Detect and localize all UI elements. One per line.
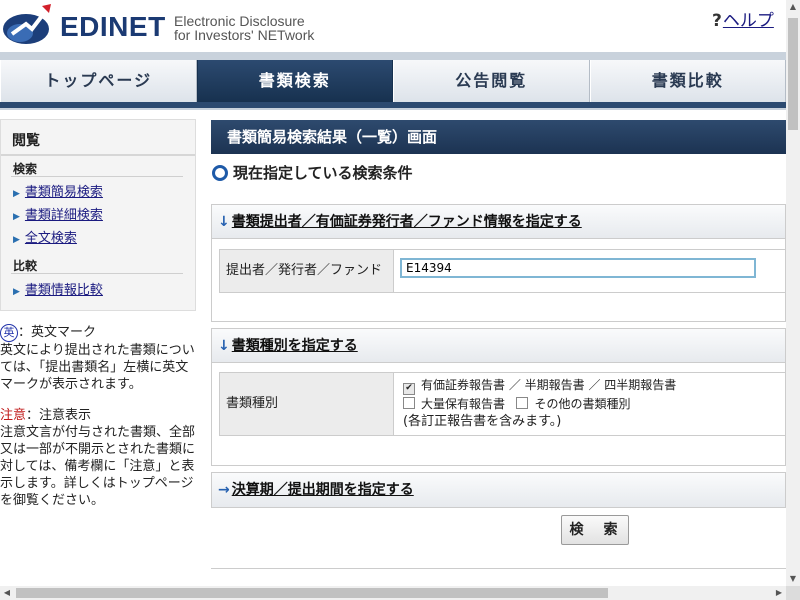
option-securities-report[interactable]: ✔ 有価証券報告書 ／ 半期報告書 ／ 四半期報告書	[403, 376, 778, 395]
horizontal-scroll-thumb[interactable]	[16, 588, 608, 598]
sidebar-link-label[interactable]: 書類詳細検索	[25, 208, 103, 223]
bullet-ring-icon	[212, 165, 228, 181]
main-nav: トップページ 書類検索 公告閲覧 書類比較	[0, 60, 786, 102]
sidebar-section-compare: 比較	[13, 259, 38, 273]
help-icon: ?	[712, 11, 722, 31]
option-label: 大量保有報告書	[421, 397, 506, 411]
english-mark-desc: 英文により提出された書類については、「提出書類名」左横に英文マークが表示されます…	[0, 343, 195, 392]
period-panel-toggle[interactable]: 決算期／提出期間を指定する	[232, 482, 414, 498]
caution-note: 注意：注意表示 注意文言が付与された書類、全部又は一部が不開示とされた書類に対し…	[0, 407, 198, 509]
sidebar-item-detailed-search[interactable]: ▶ 書類詳細検索	[13, 204, 103, 223]
arrow-down-icon: ↓	[218, 214, 230, 230]
sidebar-item-document-compare[interactable]: ▶ 書類情報比較	[13, 279, 103, 298]
vertical-scrollbar[interactable]: ▲ ▼	[786, 0, 800, 586]
filer-code-input[interactable]	[400, 258, 756, 278]
sidebar-divider	[11, 273, 183, 274]
arrow-down-icon: ↓	[218, 338, 230, 354]
sidebar-item-fulltext-search[interactable]: ▶ 全文検索	[13, 227, 77, 246]
caution-desc: 注意文言が付与された書類、全部又は一部が不開示とされた書類に対しては、備考欄に「…	[0, 425, 196, 508]
help-link-label[interactable]: ヘルプ	[723, 11, 774, 31]
option-label: その他の書類種別	[534, 397, 631, 411]
filer-panel-header: ↓ 書類提出者／有価証券発行者／ファンド情報を指定する	[212, 205, 785, 239]
page-title: 書類簡易検索結果（一覧）画面	[211, 120, 786, 154]
checkbox-checked-icon[interactable]: ✔	[403, 383, 415, 395]
doc-type-panel-header: ↓ 書類種別を指定する	[212, 329, 785, 363]
caution-label: 注意	[0, 408, 27, 423]
scroll-down-icon[interactable]: ▼	[786, 572, 800, 586]
tab-document-compare[interactable]: 書類比較	[589, 60, 786, 102]
doc-type-row: 書類種別 ✔ 有価証券報告書 ／ 半期報告書 ／ 四半期報告書 大量保有報告書 そ…	[219, 372, 787, 436]
english-mark-note: 英：英文マーク 英文により提出された書類については、「提出書類名」左横に英文マー…	[0, 324, 198, 393]
scroll-right-icon[interactable]: ▶	[772, 586, 786, 600]
arrow-right-icon: →	[218, 482, 230, 498]
scroll-up-icon[interactable]: ▲	[786, 0, 800, 14]
scrollbar-corner	[786, 586, 800, 600]
logo-text: EDINET	[60, 11, 166, 42]
triangle-right-icon: ▶	[13, 212, 20, 222]
filer-panel-toggle[interactable]: 書類提出者／有価証券発行者／ファンド情報を指定する	[232, 214, 582, 230]
option-label: 有価証券報告書 ／ 半期報告書 ／ 四半期報告書	[421, 378, 677, 392]
filer-label: 提出者／発行者／ファンド	[220, 250, 394, 292]
search-button[interactable]: 検 索	[561, 515, 629, 545]
tab-document-search[interactable]: 書類検索	[196, 60, 393, 102]
sidebar-section-search: 検索	[13, 162, 38, 176]
divider	[211, 568, 786, 569]
sidebar-title: 閲覧	[12, 133, 40, 149]
caution-title: ：注意表示	[26, 408, 92, 423]
option-large-holding[interactable]: 大量保有報告書 その他の書類種別	[403, 395, 778, 413]
filer-row: 提出者／発行者／ファンド	[219, 249, 787, 293]
condition-heading-label: 現在指定している検索条件	[233, 164, 413, 182]
edinet-logo-icon	[3, 4, 51, 44]
nav-underline	[0, 102, 786, 108]
condition-heading: 現在指定している検索条件	[212, 162, 413, 183]
option-note: (各訂正報告書を含みます。)	[403, 414, 562, 429]
english-mark-icon: 英	[0, 324, 18, 342]
doc-type-options: ✔ 有価証券報告書 ／ 半期報告書 ／ 四半期報告書 大量保有報告書 その他の書類…	[394, 373, 787, 435]
horizontal-scrollbar[interactable]: ◀ ▶	[0, 586, 786, 600]
sidebar-link-label[interactable]: 書類情報比較	[25, 283, 103, 298]
header: EDINET Electronic Disclosure for Investo…	[0, 0, 786, 52]
sidebar: 閲覧 検索 ▶ 書類簡易検索 ▶ 書類詳細検索 ▶ 全文検索 比較 ▶ 書類情報比較	[0, 119, 196, 311]
triangle-right-icon: ▶	[13, 287, 20, 297]
logo-tagline-line1: Electronic Disclosure	[174, 13, 305, 29]
sidebar-link-label[interactable]: 全文検索	[25, 231, 77, 246]
period-panel-header: → 決算期／提出期間を指定する	[212, 473, 785, 507]
sidebar-divider	[1, 154, 195, 156]
logo-tagline: Electronic Disclosure for Investors' NET…	[174, 14, 314, 42]
sidebar-divider	[11, 176, 183, 177]
doc-type-panel: ↓ 書類種別を指定する 書類種別 ✔ 有価証券報告書 ／ 半期報告書 ／ 四半期報告…	[211, 328, 787, 466]
scroll-left-icon[interactable]: ◀	[0, 586, 14, 600]
triangle-right-icon: ▶	[13, 189, 20, 199]
tab-top-page[interactable]: トップページ	[0, 60, 197, 102]
filer-panel: ↓ 書類提出者／有価証券発行者／ファンド情報を指定する 提出者／発行者／ファンド	[211, 204, 787, 322]
period-panel: → 決算期／提出期間を指定する	[211, 472, 786, 508]
doc-type-panel-toggle[interactable]: 書類種別を指定する	[232, 338, 358, 354]
checkbox-icon[interactable]	[403, 397, 415, 409]
english-mark-title: ：英文マーク	[18, 325, 97, 340]
help-link[interactable]: ?ヘルプ	[712, 6, 774, 31]
sidebar-item-simple-search[interactable]: ▶ 書類簡易検索	[13, 181, 103, 200]
doc-type-label: 書類種別	[220, 373, 394, 435]
vertical-scroll-thumb[interactable]	[788, 18, 798, 130]
logo-tagline-line2: for Investors' NETwork	[174, 27, 315, 43]
checkbox-icon[interactable]	[516, 397, 529, 409]
triangle-right-icon: ▶	[13, 235, 20, 245]
sidebar-link-label[interactable]: 書類簡易検索	[25, 185, 103, 200]
tab-public-notice[interactable]: 公告閲覧	[393, 60, 590, 102]
filer-value-cell	[394, 250, 787, 292]
